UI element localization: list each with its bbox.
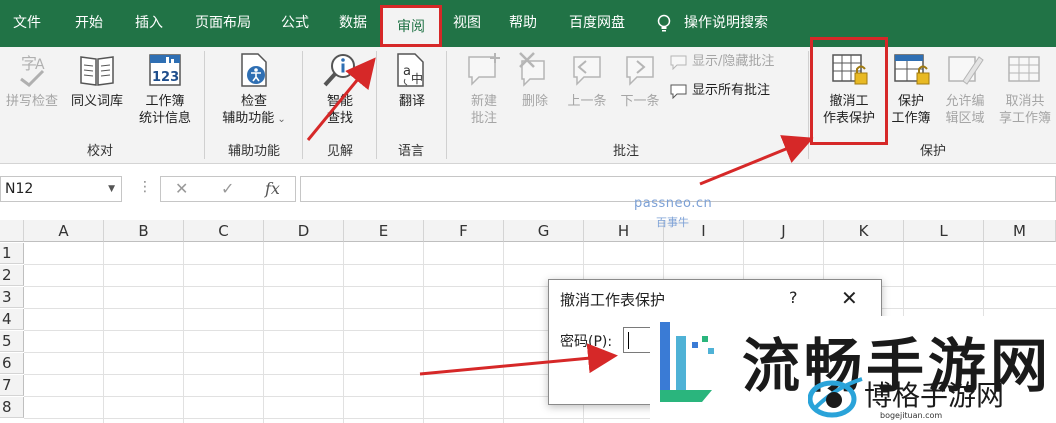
arrow-to-unprotect-button	[699, 135, 814, 186]
arrow-to-review-tab	[306, 57, 376, 141]
arrow-to-password-input	[419, 343, 618, 376]
annotation-arrows	[306, 57, 814, 376]
